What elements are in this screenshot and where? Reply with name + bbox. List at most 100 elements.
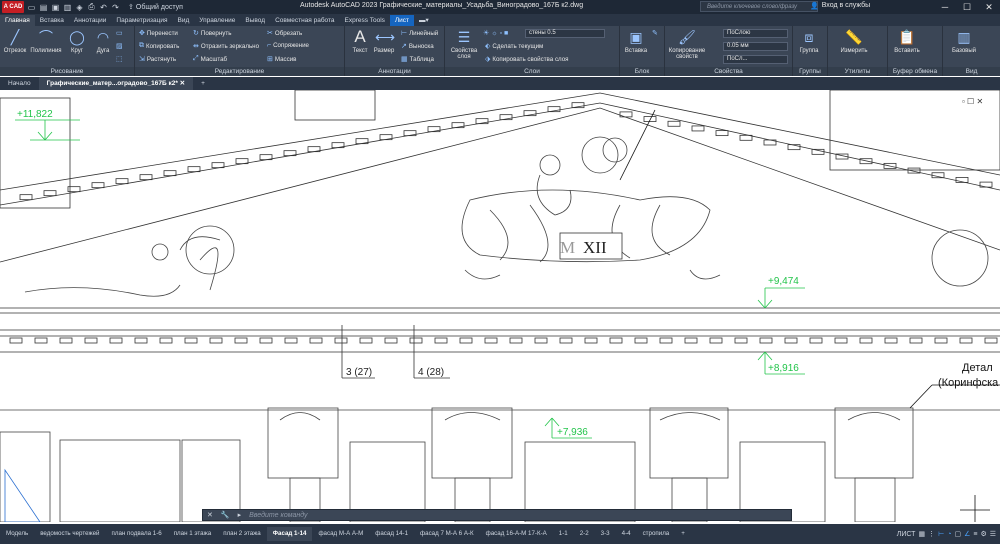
stretch-button[interactable]: ⇲ Растянуть — [139, 55, 176, 64]
rotate-button[interactable]: ↻ Повернуть — [193, 29, 231, 38]
move-button[interactable]: ✥ Перенести — [139, 29, 178, 38]
workspace-icon[interactable]: ⚙ — [980, 530, 986, 538]
layout-tab[interactable]: план 1 этажа — [168, 527, 218, 541]
new-icon[interactable]: ▭ — [26, 2, 37, 13]
make-current-button[interactable]: ⬖ Сделать текущим — [485, 42, 543, 51]
app-logo[interactable]: A CAD — [2, 1, 24, 13]
fillet-button[interactable]: ⌐ Сопряжение — [267, 42, 309, 49]
group-button[interactable]: ⧈ Группа — [796, 28, 822, 54]
tab-0[interactable]: Главная — [0, 15, 35, 26]
arc-tool[interactable]: ◠ Дуга — [90, 28, 116, 54]
drawing-canvas[interactable]: XII M 3 (27) 4 (28) +11,822 +9,474 +8,91… — [0, 90, 1000, 522]
undo-icon[interactable]: ↶ — [98, 2, 109, 13]
block-create-icon[interactable]: ✎ — [652, 29, 658, 37]
panel-title[interactable]: Редактирование — [135, 67, 344, 76]
panel-title[interactable]: Блок — [620, 67, 664, 76]
trim-button[interactable]: ✂ Обрезать — [267, 29, 302, 38]
tab-7[interactable]: Совместная работа — [270, 15, 339, 26]
wrench-icon[interactable]: 🔧 — [217, 511, 234, 519]
panel-title[interactable]: Группы — [793, 67, 827, 76]
leader-button[interactable]: ↗ Выноска — [401, 42, 434, 51]
layer-state-icons[interactable]: ☀ ☼ ▫ ■ — [483, 29, 508, 37]
dimension-tool[interactable]: ⟷ Размер — [371, 28, 397, 54]
layout-tab[interactable]: фасад 7 М-А 6 А-К — [414, 527, 480, 541]
match-layer-button[interactable]: ⬗ Копировать свойства слоя — [485, 55, 569, 64]
layout-tab[interactable]: фасад М-А А-М — [312, 527, 369, 541]
tab-drawing[interactable]: Графические_матер...оградово_167Б к2* ✕ — [38, 77, 194, 90]
scale-button[interactable]: ⤢ Масштаб — [193, 55, 227, 63]
linetype-dropdown[interactable]: ПоСл... — [723, 55, 788, 64]
panel-title[interactable]: Свойства — [665, 67, 792, 76]
layout-tab[interactable]: Модель — [0, 527, 34, 541]
polar-icon[interactable]: ◔ — [947, 531, 951, 538]
panel-title[interactable]: Рисование — [0, 67, 134, 76]
base-view-button[interactable]: ▥ Базовый — [947, 28, 981, 54]
panel-title[interactable]: Аннотации — [345, 67, 444, 76]
tab-8[interactable]: Express Tools — [340, 15, 390, 26]
tab-9[interactable]: Лист — [389, 15, 415, 26]
tab-start[interactable]: Начало — [0, 77, 39, 90]
redo-icon[interactable]: ↷ — [110, 2, 121, 13]
array-button[interactable]: ⊞ Массив — [267, 55, 296, 64]
layout-tab[interactable]: 3-3 — [595, 527, 616, 541]
line-tool[interactable]: ╱ Отрезок — [2, 28, 28, 54]
color-dropdown[interactable]: ПоСлою — [723, 29, 788, 38]
close-icon[interactable]: ✕ — [203, 511, 217, 519]
copy-button[interactable]: ⧉ Копировать — [139, 42, 179, 50]
share-button[interactable]: ⇪ Общий доступ — [128, 3, 183, 12]
print-icon[interactable]: ⎙ — [86, 2, 97, 13]
command-line[interactable]: ✕ 🔧 ▸ Введите команду — [202, 509, 792, 521]
panel-title[interactable]: Буфер обмена — [888, 67, 942, 76]
circle-tool[interactable]: ◯ Круг — [64, 28, 90, 54]
measure-button[interactable]: 📏 Измерить — [836, 28, 872, 54]
tab-6[interactable]: Вывод — [240, 15, 270, 26]
ribbon-options-icon[interactable]: ▬▾ — [414, 15, 434, 26]
layout-tab[interactable]: фасад 14-1 — [369, 527, 414, 541]
table-button[interactable]: ▦ Таблица — [401, 55, 434, 64]
panel-title[interactable]: Вид — [943, 67, 1000, 76]
hatch-icon[interactable]: ▨ — [116, 42, 123, 50]
layout-tab[interactable]: ведомость чертежей — [34, 527, 105, 541]
tab-5[interactable]: Управление — [194, 15, 240, 26]
viewport-controls[interactable]: ▫ ☐ ✕ — [962, 97, 983, 106]
panel-title[interactable]: Утилиты — [828, 67, 887, 76]
login-button[interactable]: 👤 Вход в службы — [810, 2, 870, 10]
layout-mode[interactable]: ЛИСТ — [897, 531, 916, 538]
layer-properties-button[interactable]: ☰ Свойства слоя — [449, 28, 479, 60]
maximize-icon[interactable]: ☐ — [956, 0, 978, 14]
minimize-icon[interactable]: ─ — [934, 0, 956, 14]
layout-tab[interactable]: 2-2 — [574, 527, 595, 541]
rect-icon[interactable]: ▭ — [116, 29, 123, 37]
saveas-icon[interactable]: ▥ — [62, 2, 73, 13]
layout-tab[interactable]: план подвала 1-6 — [106, 527, 168, 541]
add-layout-icon[interactable]: + — [675, 527, 691, 541]
web-icon[interactable]: ◈ — [74, 2, 85, 13]
close-icon[interactable]: ✕ — [180, 80, 185, 87]
layout-tab[interactable]: фасад 16-А-М 17-К-А — [480, 527, 553, 541]
ortho-icon[interactable]: ⊢ — [938, 530, 944, 538]
lineweight-dropdown[interactable]: 0.05 мм — [723, 42, 788, 51]
otrack-icon[interactable]: ∠ — [964, 530, 970, 538]
insert-button[interactable]: ▣ Вставка — [622, 28, 650, 54]
osnap-icon[interactable]: ▢ — [954, 530, 961, 538]
match-properties-button[interactable]: 🖌 Копирование свойств — [667, 28, 707, 60]
tab-4[interactable]: Вид — [173, 15, 195, 26]
tab-2[interactable]: Аннотации — [69, 15, 112, 26]
lineweight-icon[interactable]: ≡ — [973, 531, 977, 538]
close-icon[interactable]: ✕ — [978, 0, 1000, 14]
mirror-button[interactable]: ⇹ Отразить зеркально — [193, 42, 259, 51]
command-input[interactable]: Введите команду — [245, 512, 311, 519]
layout-tab[interactable]: план 2 этажа — [217, 527, 267, 541]
open-icon[interactable]: ▤ — [38, 2, 49, 13]
region-icon[interactable]: ⬚ — [116, 55, 123, 63]
snap-icon[interactable]: ⋮ — [928, 530, 935, 538]
tab-3[interactable]: Параметризация — [111, 15, 172, 26]
text-tool[interactable]: A Текст — [347, 28, 373, 55]
menu-icon[interactable]: ☰ — [990, 530, 996, 538]
tab-1[interactable]: Вставка — [35, 15, 69, 26]
save-icon[interactable]: ▣ — [50, 2, 61, 13]
linear-button[interactable]: ⊢ Линейный — [401, 29, 438, 38]
new-tab-button[interactable]: + — [193, 77, 213, 90]
grid-icon[interactable]: ▦ — [918, 530, 925, 538]
layout-tab[interactable]: Фасад 1-14 — [266, 527, 313, 541]
